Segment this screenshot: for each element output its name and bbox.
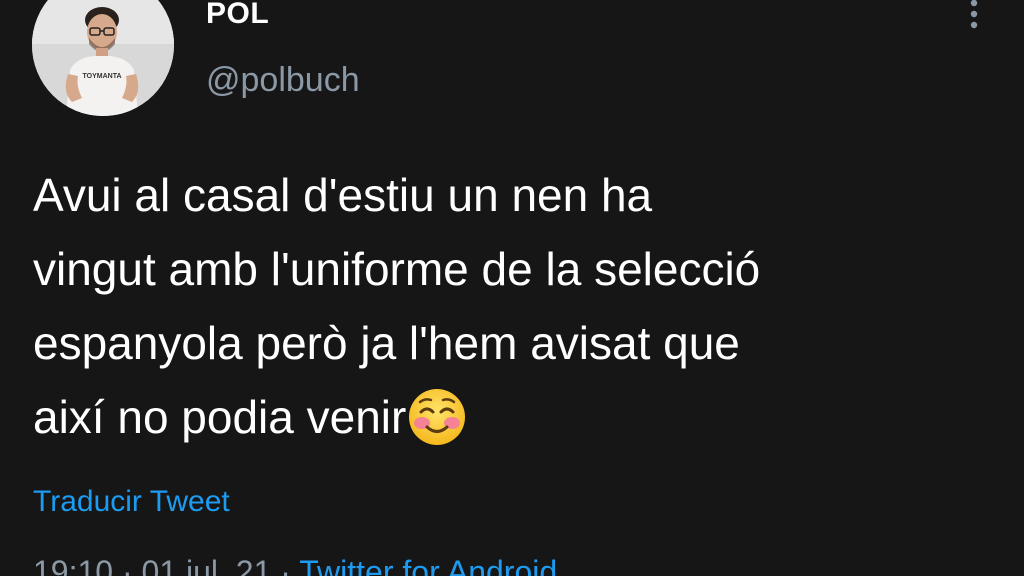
avatar[interactable]: TOYMANTA [32,0,174,116]
smiling-face-with-blush-emoji-icon [407,387,467,447]
tweet-meta: 19:10 · 01 jul. 21 · Twitter for Android [33,552,557,576]
tweet-date: 01 jul. 21 [141,554,272,576]
tweet-source-link[interactable]: Twitter for Android [299,554,557,576]
tweet-text-line: espanyola però ja l'hem avisat que [33,317,740,369]
tweet: TOYMANTA POL @polbuch Avui al casal d'es… [0,0,1024,576]
meta-separator: · [121,554,133,576]
shirt-lettering: TOYMANTA [82,73,121,80]
meta-separator: · [280,554,291,576]
vertical-ellipsis-icon[interactable] [962,0,986,36]
tweet-text-line: vingut amb l'uniforme de la selecció [33,243,761,295]
tweet-text-line: Avui al casal d'estiu un nen ha [33,169,653,221]
avatar-photo: TOYMANTA [32,0,174,116]
tweet-text: Avui al casal d'estiu un nen ha vingut a… [33,158,993,454]
tweet-time: 19:10 [33,554,114,576]
user-handle[interactable]: @polbuch [206,60,360,100]
display-name[interactable]: POL [206,0,269,34]
tweet-text-line-content: així no podia venir [33,391,407,443]
tweet-text-line-last: així no podia venir [33,380,993,454]
translate-tweet-link[interactable]: Traducir Tweet [33,484,230,520]
